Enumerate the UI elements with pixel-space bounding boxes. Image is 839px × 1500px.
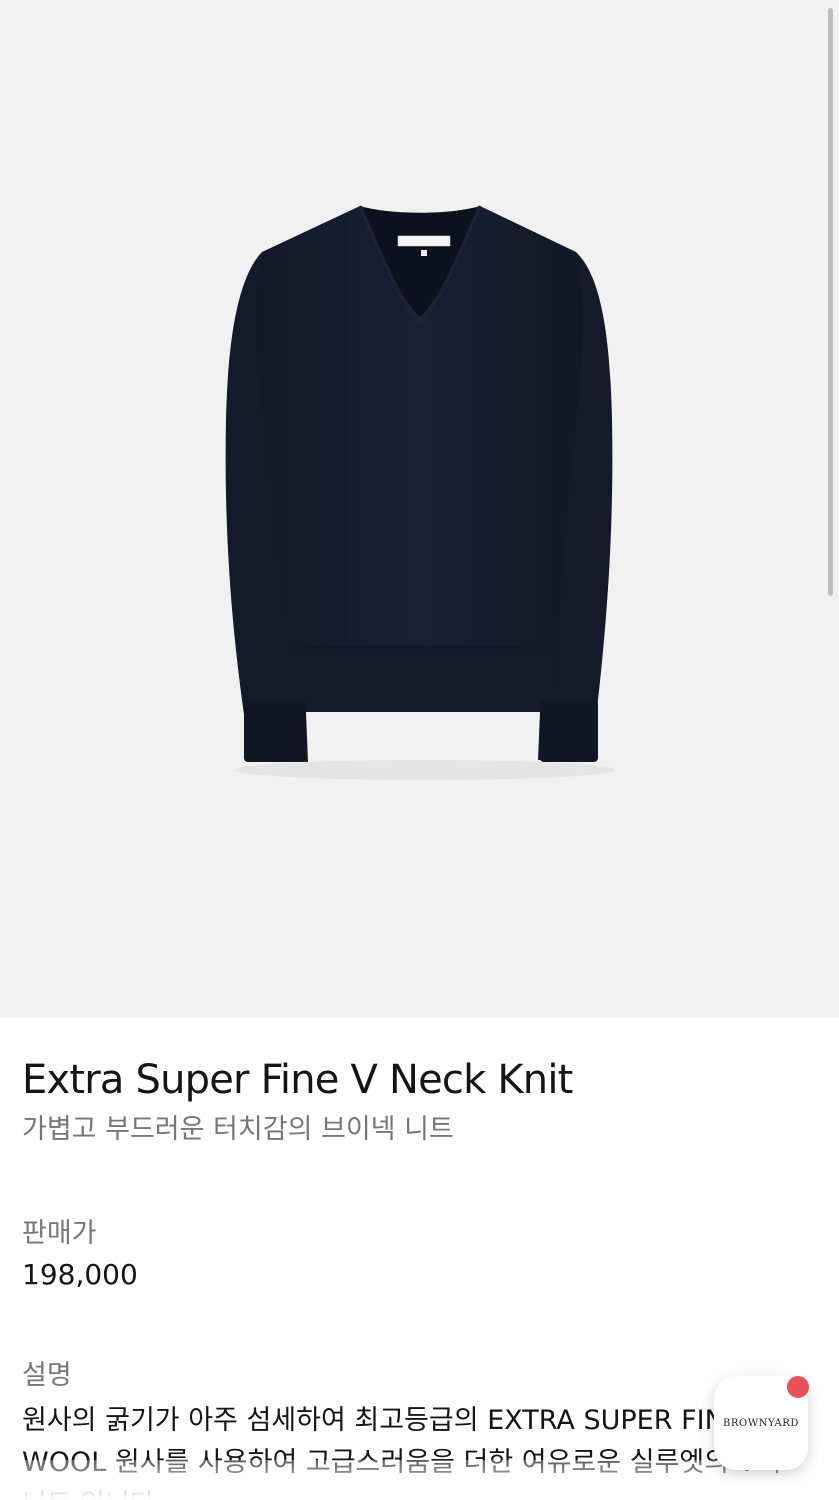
price-value: 198,000: [22, 1258, 138, 1291]
product-title: Extra Super Fine V Neck Knit: [22, 1057, 573, 1103]
chat-brand-label: BROWNYARD: [722, 1417, 800, 1429]
page-scrollbar[interactable]: [828, 8, 833, 596]
product-subtitle: 가볍고 부드러운 터치감의 브이넥 니트: [22, 1114, 454, 1145]
price-label: 판매가: [22, 1218, 97, 1249]
description-fade: [0, 1460, 839, 1500]
product-image[interactable]: [0, 0, 839, 1018]
description-label: 설명: [22, 1360, 72, 1391]
sweater-illustration: [225, 205, 615, 780]
notification-dot: [787, 1376, 809, 1398]
